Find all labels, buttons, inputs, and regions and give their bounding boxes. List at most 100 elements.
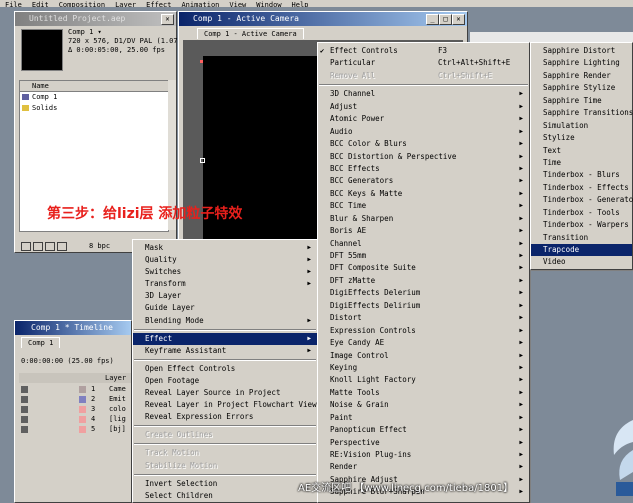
menu-item-dft-55mm[interactable]: DFT 55mm ▶ [318, 250, 529, 262]
visibility-eye-icon[interactable] [21, 386, 28, 393]
menu-item-keying[interactable]: Keying ▶ [318, 362, 529, 374]
menu-item-dft-composite-suite[interactable]: DFT Composite Suite ▶ [318, 262, 529, 274]
visibility-eye-icon[interactable] [21, 426, 28, 433]
menu-item-boris-ae[interactable]: Boris AE ▶ [318, 225, 529, 237]
menu-item-mask[interactable]: Mask ▶ [133, 242, 317, 254]
menubar-item-help[interactable]: Help [287, 2, 314, 8]
layer-handle[interactable] [200, 60, 203, 63]
timeline-layer-row[interactable]: 1 Came [19, 384, 139, 394]
menu-item-keyframe-assistant[interactable]: Keyframe Assistant ▶ [133, 345, 317, 357]
menu-item-expression-controls[interactable]: Expression Controls ▶ [318, 325, 529, 337]
menu-item-switches[interactable]: Switches ▶ [133, 266, 317, 278]
tab-comp[interactable]: Comp 1 [21, 337, 61, 348]
menu-item-stylize[interactable]: Stylize [531, 132, 632, 144]
menu-item-matte-tools[interactable]: Matte Tools ▶ [318, 387, 529, 399]
menu-item-panopticum-effect[interactable]: Panopticum Effect ▶ [318, 424, 529, 436]
menu-item-effect[interactable]: Effect ▶ [133, 332, 317, 345]
layer-name[interactable]: Emit [109, 394, 126, 404]
visibility-eye-icon[interactable] [21, 416, 28, 423]
timeline-layer-row[interactable]: 3 colo [19, 404, 139, 414]
label-color-swatch[interactable] [79, 416, 86, 423]
menu-item-simulation[interactable]: Simulation [531, 120, 632, 132]
menu-item-tinderbox-blurs[interactable]: Tinderbox - Blurs [531, 169, 632, 181]
menu-item-reveal-layer-in-project-flowchart-view[interactable]: Reveal Layer in Project Flowchart View [133, 399, 317, 411]
menu-item-eye-candy-ae[interactable]: Eye Candy AE ▶ [318, 337, 529, 349]
menu-item-3d-layer[interactable]: 3D Layer [133, 290, 317, 302]
menu-item-blur-sharpen[interactable]: Blur & Sharpen ▶ [318, 213, 529, 225]
menubar-item-animation[interactable]: Animation [176, 2, 224, 8]
menubar-item-file[interactable]: File [0, 2, 27, 8]
label-color-swatch[interactable] [79, 396, 86, 403]
menubar-item-effect[interactable]: Effect [141, 2, 176, 8]
menu-item-video[interactable]: Video [531, 256, 632, 268]
menu-item-guide-layer[interactable]: Guide Layer [133, 302, 317, 314]
menu-item-tinderbox-effects[interactable]: Tinderbox - Effects [531, 182, 632, 194]
menu-item-digieffects-delirium[interactable]: DigiEffects Delirium ▶ [318, 300, 529, 312]
menu-item-bcc-distortion-perspective[interactable]: BCC Distortion & Perspective ▶ [318, 151, 529, 163]
trash-icon[interactable] [57, 242, 67, 251]
menu-item-adjust[interactable]: Adjust ▶ [318, 101, 529, 113]
menu-item-bcc-keys-matte[interactable]: BCC Keys & Matte ▶ [318, 188, 529, 200]
close-icon[interactable]: ✕ [452, 14, 465, 25]
menubar-item-edit[interactable]: Edit [27, 2, 54, 8]
name-column-header[interactable]: Name [20, 81, 168, 92]
menu-item-sapphire-time[interactable]: Sapphire Time [531, 95, 632, 107]
menu-item-text[interactable]: Text [531, 145, 632, 157]
menu-item-trapcode[interactable]: Trapcode [531, 244, 632, 257]
menu-item-open-effect-controls[interactable]: Open Effect Controls [133, 363, 317, 375]
project-item-comp[interactable]: Comp 1 [20, 92, 168, 103]
menu-item-paint[interactable]: Paint ▶ [318, 412, 529, 424]
new-comp-icon[interactable] [33, 242, 43, 251]
menu-item-open-footage[interactable]: Open Footage [133, 375, 317, 387]
menu-item-bcc-time[interactable]: BCC Time ▶ [318, 200, 529, 212]
comp-titlebar[interactable]: Comp 1 - Active Camera _ □ ✕ [179, 12, 467, 26]
label-color-swatch[interactable] [79, 386, 86, 393]
visibility-eye-icon[interactable] [21, 406, 28, 413]
menu-item-tinderbox-tools[interactable]: Tinderbox - Tools [531, 207, 632, 219]
menu-item-atomic-power[interactable]: Atomic Power ▶ [318, 113, 529, 125]
menu-item-perspective[interactable]: Perspective ▶ [318, 437, 529, 449]
label-color-swatch[interactable] [79, 406, 86, 413]
visibility-eye-icon[interactable] [21, 396, 28, 403]
menu-item-bcc-generators[interactable]: BCC Generators ▶ [318, 175, 529, 187]
menu-item-invert-selection[interactable]: Invert Selection [133, 478, 317, 490]
menubar-item-composition[interactable]: Composition [54, 2, 110, 8]
menu-item-3d-channel[interactable]: 3D Channel ▶ [318, 88, 529, 100]
menu-item-tinderbox-warpers[interactable]: Tinderbox - Warpers [531, 219, 632, 231]
bpc-toggle[interactable]: 8 bpc [89, 241, 110, 251]
menu-item-dft-zmatte[interactable]: DFT zMatte ▶ [318, 275, 529, 287]
menu-item-re-vision-plug-ins[interactable]: RE:Vision Plug-ins ▶ [318, 449, 529, 461]
menu-item-noise-grain[interactable]: Noise & Grain ▶ [318, 399, 529, 411]
timeline-layer-row[interactable]: 5 [bj] [19, 424, 139, 434]
menu-item-select-children[interactable]: Select Children [133, 490, 317, 502]
timeline-layer-row[interactable]: 4 [lig [19, 414, 139, 424]
flowchart-icon[interactable] [45, 242, 55, 251]
menu-item-sapphire-render[interactable]: Sapphire Render [531, 70, 632, 82]
new-folder-icon[interactable] [21, 242, 31, 251]
layer-name[interactable]: [bj] [109, 424, 126, 434]
menu-item-sapphire-transitions[interactable]: Sapphire Transitions [531, 107, 633, 119]
menu-item-bcc-effects[interactable]: BCC Effects ▶ [318, 163, 529, 175]
menu-item-audio[interactable]: Audio ▶ [318, 126, 529, 138]
timeline-layer-row[interactable]: 2 Emit [19, 394, 139, 404]
menu-item-bcc-color-blurs[interactable]: BCC Color & Blurs ▶ [318, 138, 529, 150]
layer-handle[interactable] [200, 158, 205, 163]
maximize-icon[interactable]: □ [439, 14, 452, 25]
menu-item-digieffects-delerium[interactable]: DigiEffects Delerium ▶ [318, 287, 529, 299]
menu-item-particular[interactable]: Particular Ctrl+Alt+Shift+E [318, 57, 529, 69]
menu-item-transform[interactable]: Transform ▶ [133, 278, 317, 290]
menubar-item-window[interactable]: Window [251, 2, 286, 8]
layer-name[interactable]: Came [109, 384, 126, 394]
menu-item-knoll-light-factory[interactable]: Knoll Light Factory ▶ [318, 374, 529, 386]
menu-item-sapphire-lighting[interactable]: Sapphire Lighting [531, 57, 632, 69]
menu-item-reveal-layer-source-in-project[interactable]: Reveal Layer Source in Project [133, 387, 317, 399]
label-color-swatch[interactable] [79, 426, 86, 433]
project-titlebar[interactable]: Untitled Project.aep ✕ [15, 12, 176, 26]
minimize-icon[interactable]: _ [426, 14, 439, 25]
menu-item-transition[interactable]: Transition [531, 232, 632, 244]
timecode-display[interactable]: 0:00:00:00 (25.00 fps) [21, 357, 114, 365]
menu-item-time[interactable]: Time [531, 157, 632, 169]
tab-comp-active-camera[interactable]: Comp 1 - Active Camera [197, 28, 304, 39]
timeline-titlebar[interactable]: Comp 1 * Timeline [15, 321, 131, 335]
menu-item-sapphire-stylize[interactable]: Sapphire Stylize [531, 82, 632, 94]
